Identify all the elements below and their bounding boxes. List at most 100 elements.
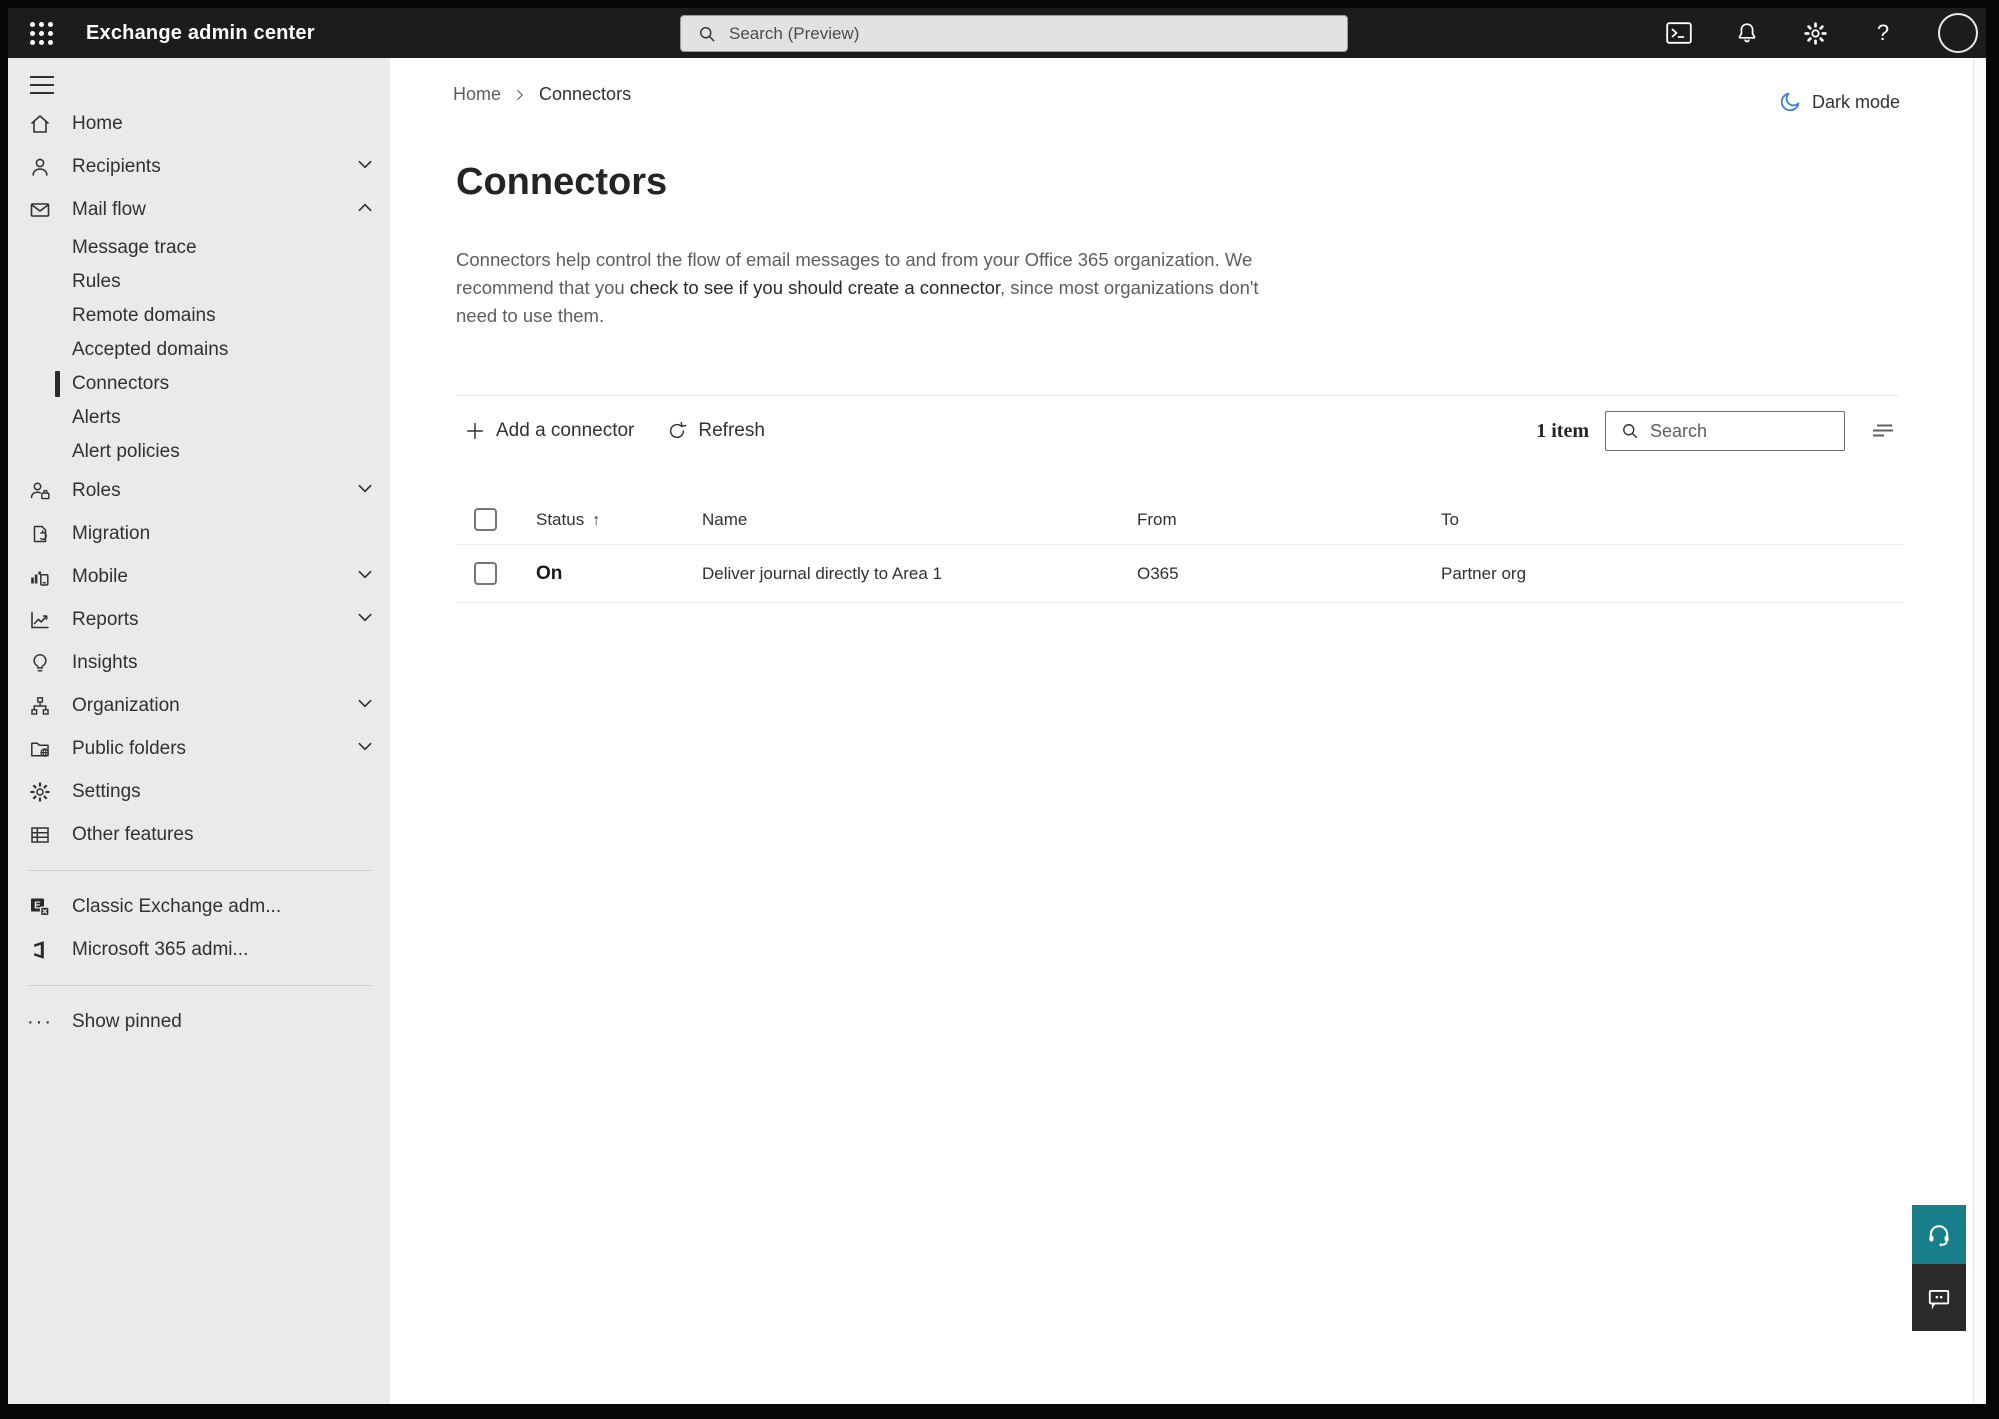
ellipsis-icon: ··· bbox=[27, 1010, 53, 1033]
sidebar-item-roles[interactable]: Roles bbox=[8, 469, 390, 512]
row-checkbox[interactable] bbox=[474, 562, 497, 585]
feedback-bubble-icon bbox=[1928, 1289, 1950, 1309]
main-content: Home Connectors Dark mode Connectors Con… bbox=[390, 58, 1986, 1404]
scrollbar-track[interactable] bbox=[1973, 58, 1986, 1404]
sidebar-item-label: Microsoft 365 admi... bbox=[72, 938, 249, 960]
row-status: On bbox=[536, 562, 563, 584]
chevron-down-icon bbox=[356, 737, 374, 760]
microsoft-365-logo-icon bbox=[28, 938, 52, 962]
sidebar-item-home[interactable]: Home bbox=[8, 102, 390, 145]
sidebar-item-label: Message trace bbox=[72, 237, 197, 258]
sidebar-item-mail-flow[interactable]: Mail flow bbox=[8, 188, 390, 231]
sidebar-item-label: Alert policies bbox=[72, 441, 180, 462]
list-search-input[interactable] bbox=[1650, 420, 1830, 442]
chevron-down-icon bbox=[356, 565, 374, 588]
sidebar-item-label: Remote domains bbox=[72, 305, 216, 326]
line-chart-icon bbox=[28, 608, 52, 632]
sidebar-item-label: Organization bbox=[72, 694, 180, 716]
sidebar-item-public-folders[interactable]: Public folders bbox=[8, 727, 390, 770]
app-launcher-icon[interactable] bbox=[26, 18, 56, 48]
sidebar-item-reports[interactable]: Reports bbox=[8, 598, 390, 641]
column-header-to[interactable]: To bbox=[1441, 510, 1903, 530]
exchange-logo-icon: E bbox=[28, 895, 52, 919]
powershell-icon[interactable] bbox=[1666, 20, 1692, 46]
gear-icon bbox=[28, 780, 52, 804]
sidebar-item-organization[interactable]: Organization bbox=[8, 684, 390, 727]
person-briefcase-icon bbox=[28, 479, 52, 503]
nav-collapse-icon[interactable] bbox=[30, 74, 56, 96]
column-header-name[interactable]: Name bbox=[702, 510, 1137, 530]
top-app-bar: Exchange admin center ? bbox=[8, 8, 1986, 58]
item-count: 1 item bbox=[1536, 419, 1589, 442]
moon-icon bbox=[1780, 92, 1800, 112]
search-icon bbox=[700, 26, 715, 41]
feedback-button[interactable] bbox=[1912, 1264, 1966, 1331]
add-connector-button[interactable]: Add a connector bbox=[456, 416, 642, 446]
sidebar-item-microsoft-365-admin[interactable]: Microsoft 365 admi... bbox=[8, 928, 390, 971]
sidebar-item-label: Settings bbox=[72, 780, 141, 802]
add-connector-label: Add a connector bbox=[496, 420, 635, 441]
filter-icon[interactable] bbox=[1867, 415, 1899, 447]
sidebar-item-label: Mail flow bbox=[72, 198, 146, 220]
dark-mode-toggle[interactable]: Dark mode bbox=[1778, 90, 1900, 114]
table-header-row: Status ↑ Name From To bbox=[456, 495, 1903, 545]
sidebar-divider bbox=[28, 870, 372, 871]
row-to: Partner org bbox=[1441, 563, 1527, 583]
envelope-icon bbox=[28, 198, 52, 222]
sidebar-item-insights[interactable]: Insights bbox=[8, 641, 390, 684]
sidebar-item-label: Migration bbox=[72, 522, 151, 544]
account-avatar[interactable] bbox=[1938, 13, 1978, 53]
breadcrumb-chevron-icon bbox=[517, 89, 523, 100]
sidebar-item-mobile[interactable]: Mobile bbox=[8, 555, 390, 598]
settings-gear-icon[interactable] bbox=[1802, 20, 1828, 46]
sidebar-item-alert-policies[interactable]: Alert policies bbox=[8, 435, 390, 469]
list-search-box[interactable] bbox=[1605, 411, 1845, 451]
sidebar-item-other-features[interactable]: Other features bbox=[8, 813, 390, 856]
sidebar-item-label: Reports bbox=[72, 608, 139, 630]
sidebar-item-connectors[interactable]: Connectors bbox=[8, 367, 390, 401]
sidebar-item-recipients[interactable]: Recipients bbox=[8, 145, 390, 188]
table-row[interactable]: On Deliver journal directly to Area 1 O3… bbox=[456, 545, 1903, 603]
table-icon bbox=[28, 823, 52, 847]
person-icon bbox=[28, 155, 52, 179]
sidebar-item-migration[interactable]: Migration bbox=[8, 512, 390, 555]
sidebar-item-accepted-domains[interactable]: Accepted domains bbox=[8, 333, 390, 367]
refresh-button[interactable]: Refresh bbox=[658, 416, 773, 446]
column-header-status[interactable]: Status ↑ bbox=[536, 510, 702, 530]
sidebar-item-classic-exchange[interactable]: E Classic Exchange adm... bbox=[8, 885, 390, 928]
notifications-bell-icon[interactable] bbox=[1734, 20, 1760, 46]
sidebar-item-label: Classic Exchange adm... bbox=[72, 895, 282, 917]
chevron-up-icon bbox=[356, 198, 374, 221]
breadcrumb-current: Connectors bbox=[539, 84, 632, 104]
page-title: Connectors bbox=[456, 161, 668, 203]
section-divider bbox=[456, 395, 1898, 396]
refresh-icon bbox=[670, 421, 687, 439]
create-connector-link[interactable]: check to see if you should create a conn… bbox=[630, 277, 1000, 298]
sidebar-item-label: Mobile bbox=[72, 565, 128, 587]
sidebar-item-label: Rules bbox=[72, 271, 121, 292]
sidebar-item-settings[interactable]: Settings bbox=[8, 770, 390, 813]
global-search-box[interactable] bbox=[680, 15, 1348, 52]
sidebar-item-alerts[interactable]: Alerts bbox=[8, 401, 390, 435]
select-all-checkbox[interactable] bbox=[474, 508, 497, 531]
refresh-label: Refresh bbox=[698, 420, 765, 441]
sidebar-item-label: Public folders bbox=[72, 737, 187, 759]
breadcrumb-home-link[interactable]: Home bbox=[453, 84, 501, 105]
support-button[interactable] bbox=[1912, 1205, 1966, 1264]
global-search-input[interactable] bbox=[729, 23, 1289, 44]
row-name[interactable]: Deliver journal directly to Area 1 bbox=[702, 564, 1137, 584]
sidebar-item-show-pinned[interactable]: ··· Show pinned bbox=[8, 1000, 390, 1043]
sidebar-item-label: Roles bbox=[72, 479, 121, 501]
sidebar-item-remote-domains[interactable]: Remote domains bbox=[8, 299, 390, 333]
help-icon[interactable]: ? bbox=[1870, 20, 1896, 46]
sidebar-item-label: Accepted domains bbox=[72, 339, 229, 360]
sidebar-item-label: Alerts bbox=[72, 407, 121, 428]
sidebar-item-message-trace[interactable]: Message trace bbox=[8, 231, 390, 265]
lightbulb-icon bbox=[28, 651, 52, 675]
plus-icon bbox=[466, 422, 484, 440]
migration-icon bbox=[28, 522, 52, 546]
sidebar-item-label: Recipients bbox=[72, 155, 161, 177]
sidebar-item-rules[interactable]: Rules bbox=[8, 265, 390, 299]
column-header-from[interactable]: From bbox=[1137, 510, 1441, 530]
list-toolbar: Add a connector Refresh 1 item bbox=[456, 407, 1899, 455]
